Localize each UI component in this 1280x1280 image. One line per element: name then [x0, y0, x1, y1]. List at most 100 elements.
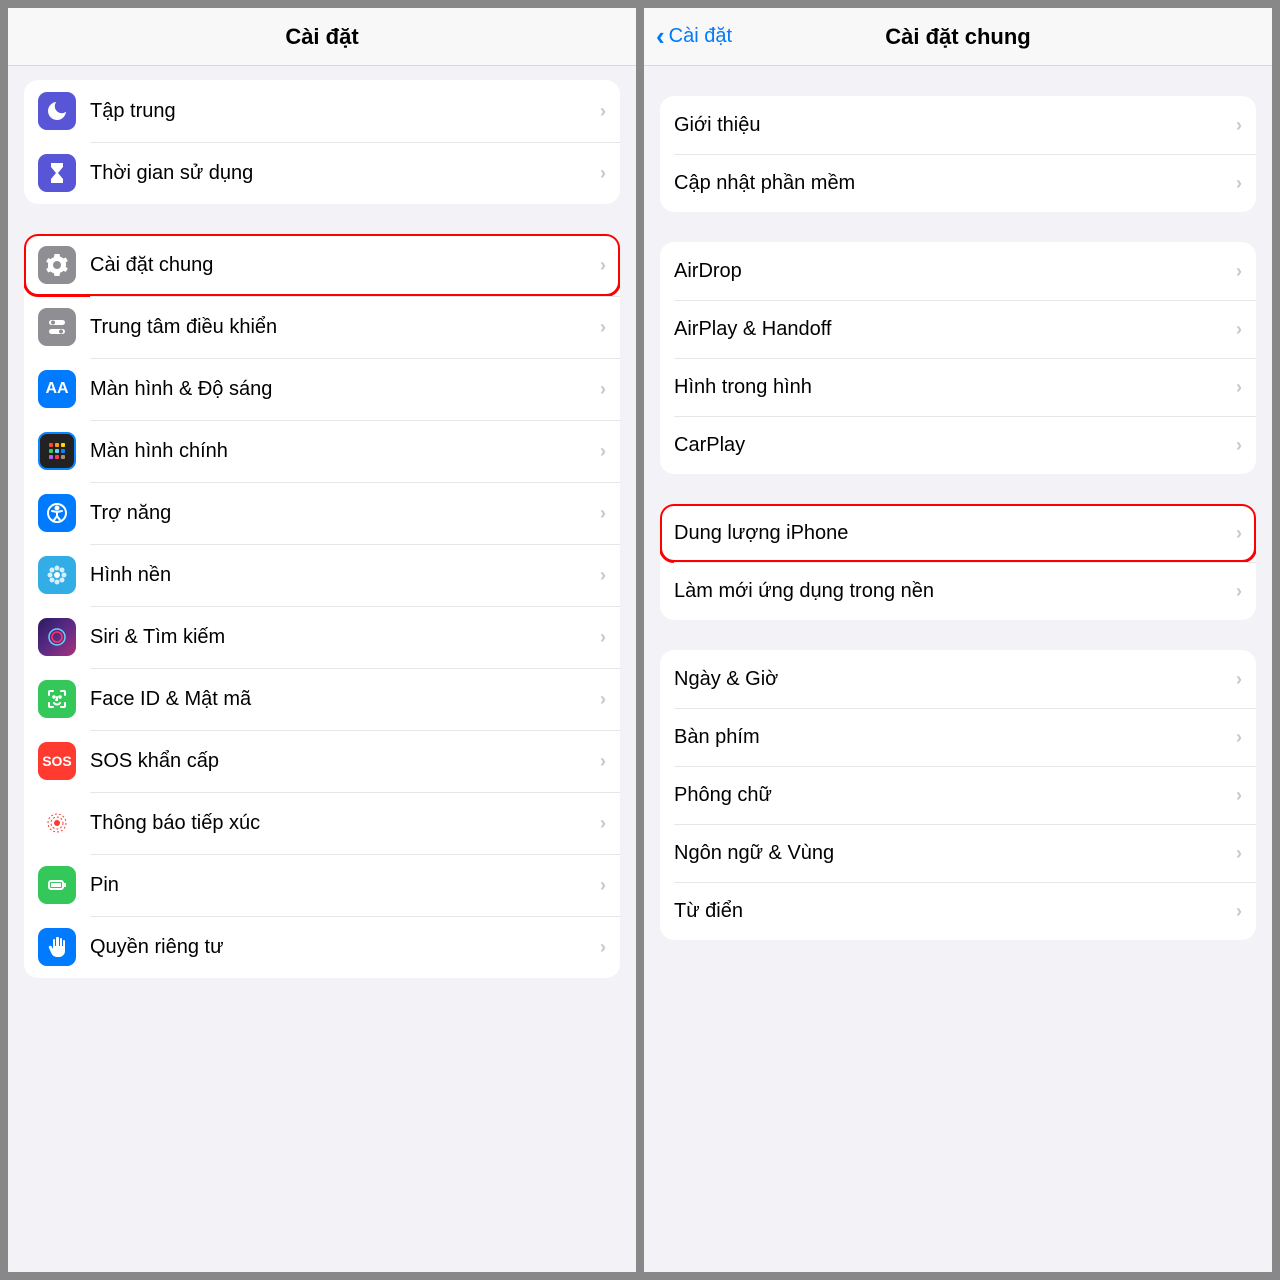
row-general[interactable]: Cài đặt chung ›: [24, 234, 620, 296]
row-fonts[interactable]: Phông chữ ›: [660, 766, 1256, 824]
header: Cài đặt: [8, 8, 636, 66]
row-label: Trung tâm điều khiển: [90, 316, 600, 339]
row-screentime[interactable]: Thời gian sử dụng ›: [24, 142, 620, 204]
chevron-right-icon: ›: [1236, 319, 1242, 340]
flower-icon: [38, 556, 76, 594]
row-label: Ngôn ngữ & Vùng: [674, 842, 1236, 865]
hand-icon: [38, 928, 76, 966]
row-language-region[interactable]: Ngôn ngữ & Vùng ›: [660, 824, 1256, 882]
accessibility-icon: [38, 494, 76, 532]
header: ‹ Cài đặt Cài đặt chung: [644, 8, 1272, 66]
battery-icon: [38, 866, 76, 904]
row-label: Làm mới ứng dụng trong nền: [674, 580, 1236, 603]
row-label: Màn hình chính: [90, 440, 600, 463]
chevron-right-icon: ›: [1236, 785, 1242, 806]
row-background-refresh[interactable]: Làm mới ứng dụng trong nền ›: [660, 562, 1256, 620]
row-iphone-storage[interactable]: Dung lượng iPhone ›: [660, 504, 1256, 562]
row-label: Dung lượng iPhone: [674, 522, 1236, 545]
chevron-right-icon: ›: [600, 255, 606, 276]
row-exposure[interactable]: Thông báo tiếp xúc ›: [24, 792, 620, 854]
row-label: Ngày & Giờ: [674, 668, 1236, 691]
row-label: Bàn phím: [674, 726, 1236, 749]
row-label: SOS khẩn cấp: [90, 750, 600, 773]
chevron-right-icon: ›: [1236, 377, 1242, 398]
row-battery[interactable]: Pin ›: [24, 854, 620, 916]
row-label: Thời gian sử dụng: [90, 162, 600, 185]
row-label: Từ điển: [674, 900, 1236, 923]
row-label: Cài đặt chung: [90, 254, 600, 277]
row-label: Hình nền: [90, 564, 600, 587]
chevron-right-icon: ›: [1236, 901, 1242, 922]
group-general: Cài đặt chung › Trung tâm điều khiển › A…: [24, 234, 620, 978]
row-privacy[interactable]: Quyền riêng tư ›: [24, 916, 620, 978]
row-focus[interactable]: Tập trung ›: [24, 80, 620, 142]
chevron-right-icon: ›: [1236, 523, 1242, 544]
row-faceid[interactable]: Face ID & Mật mã ›: [24, 668, 620, 730]
gear-icon: [38, 246, 76, 284]
moon-icon: [38, 92, 76, 130]
page-title: Cài đặt: [285, 24, 358, 50]
toggles-icon: [38, 308, 76, 346]
chevron-right-icon: ›: [1236, 435, 1242, 456]
row-software-update[interactable]: Cập nhật phần mềm ›: [660, 154, 1256, 212]
row-control-center[interactable]: Trung tâm điều khiển ›: [24, 296, 620, 358]
row-dictionary[interactable]: Từ điển ›: [660, 882, 1256, 940]
row-label: Tập trung: [90, 100, 600, 123]
row-sos[interactable]: SOS SOS khẩn cấp ›: [24, 730, 620, 792]
chevron-right-icon: ›: [1236, 115, 1242, 136]
content: Giới thiệu › Cập nhật phần mềm › AirDrop…: [644, 66, 1272, 1272]
row-accessibility[interactable]: Trợ năng ›: [24, 482, 620, 544]
chevron-right-icon: ›: [600, 565, 606, 586]
chevron-right-icon: ›: [600, 317, 606, 338]
group-datetime: Ngày & Giờ › Bàn phím › Phông chữ › Ngôn…: [660, 650, 1256, 940]
row-carplay[interactable]: CarPlay ›: [660, 416, 1256, 474]
chevron-right-icon: ›: [600, 937, 606, 958]
row-airdrop[interactable]: AirDrop ›: [660, 242, 1256, 300]
chevron-right-icon: ›: [1236, 581, 1242, 602]
row-label: Face ID & Mật mã: [90, 688, 600, 711]
chevron-right-icon: ›: [600, 441, 606, 462]
back-button[interactable]: ‹ Cài đặt: [656, 21, 732, 52]
chevron-right-icon: ›: [1236, 173, 1242, 194]
grid-icon: [38, 432, 76, 470]
chevron-right-icon: ›: [600, 875, 606, 896]
row-pip[interactable]: Hình trong hình ›: [660, 358, 1256, 416]
chevron-right-icon: ›: [600, 627, 606, 648]
row-homescreen[interactable]: Màn hình chính ›: [24, 420, 620, 482]
hourglass-icon: [38, 154, 76, 192]
row-date-time[interactable]: Ngày & Giờ ›: [660, 650, 1256, 708]
chevron-right-icon: ›: [1236, 669, 1242, 690]
row-siri[interactable]: Siri & Tìm kiếm ›: [24, 606, 620, 668]
page-title: Cài đặt chung: [885, 24, 1030, 50]
chevron-right-icon: ›: [600, 689, 606, 710]
group-focus: Tập trung › Thời gian sử dụng ›: [24, 80, 620, 204]
row-about[interactable]: Giới thiệu ›: [660, 96, 1256, 154]
chevron-right-icon: ›: [600, 101, 606, 122]
chevron-left-icon: ‹: [656, 21, 665, 52]
row-airplay[interactable]: AirPlay & Handoff ›: [660, 300, 1256, 358]
row-label: Siri & Tìm kiếm: [90, 626, 600, 649]
general-screen: ‹ Cài đặt Cài đặt chung Giới thiệu › Cập…: [644, 8, 1272, 1272]
exposure-icon: [38, 804, 76, 842]
chevron-right-icon: ›: [600, 813, 606, 834]
row-label: Màn hình & Độ sáng: [90, 378, 600, 401]
settings-screen: Cài đặt Tập trung › Thời gian sử dụng ›: [8, 8, 636, 1272]
chevron-right-icon: ›: [600, 379, 606, 400]
row-label: Pin: [90, 874, 600, 897]
row-label: Phông chữ: [674, 784, 1236, 807]
content: Tập trung › Thời gian sử dụng › Cài đặt …: [8, 66, 636, 1272]
row-label: Trợ năng: [90, 502, 600, 525]
row-display[interactable]: AA Màn hình & Độ sáng ›: [24, 358, 620, 420]
faceid-icon: [38, 680, 76, 718]
aa-icon: AA: [38, 370, 76, 408]
row-keyboard[interactable]: Bàn phím ›: [660, 708, 1256, 766]
sos-icon: SOS: [38, 742, 76, 780]
row-label: AirPlay & Handoff: [674, 318, 1236, 341]
chevron-right-icon: ›: [600, 503, 606, 524]
chevron-right-icon: ›: [1236, 843, 1242, 864]
row-label: CarPlay: [674, 434, 1236, 457]
row-wallpaper[interactable]: Hình nền ›: [24, 544, 620, 606]
row-label: Cập nhật phần mềm: [674, 172, 1236, 195]
row-label: Giới thiệu: [674, 114, 1236, 137]
siri-icon: [38, 618, 76, 656]
